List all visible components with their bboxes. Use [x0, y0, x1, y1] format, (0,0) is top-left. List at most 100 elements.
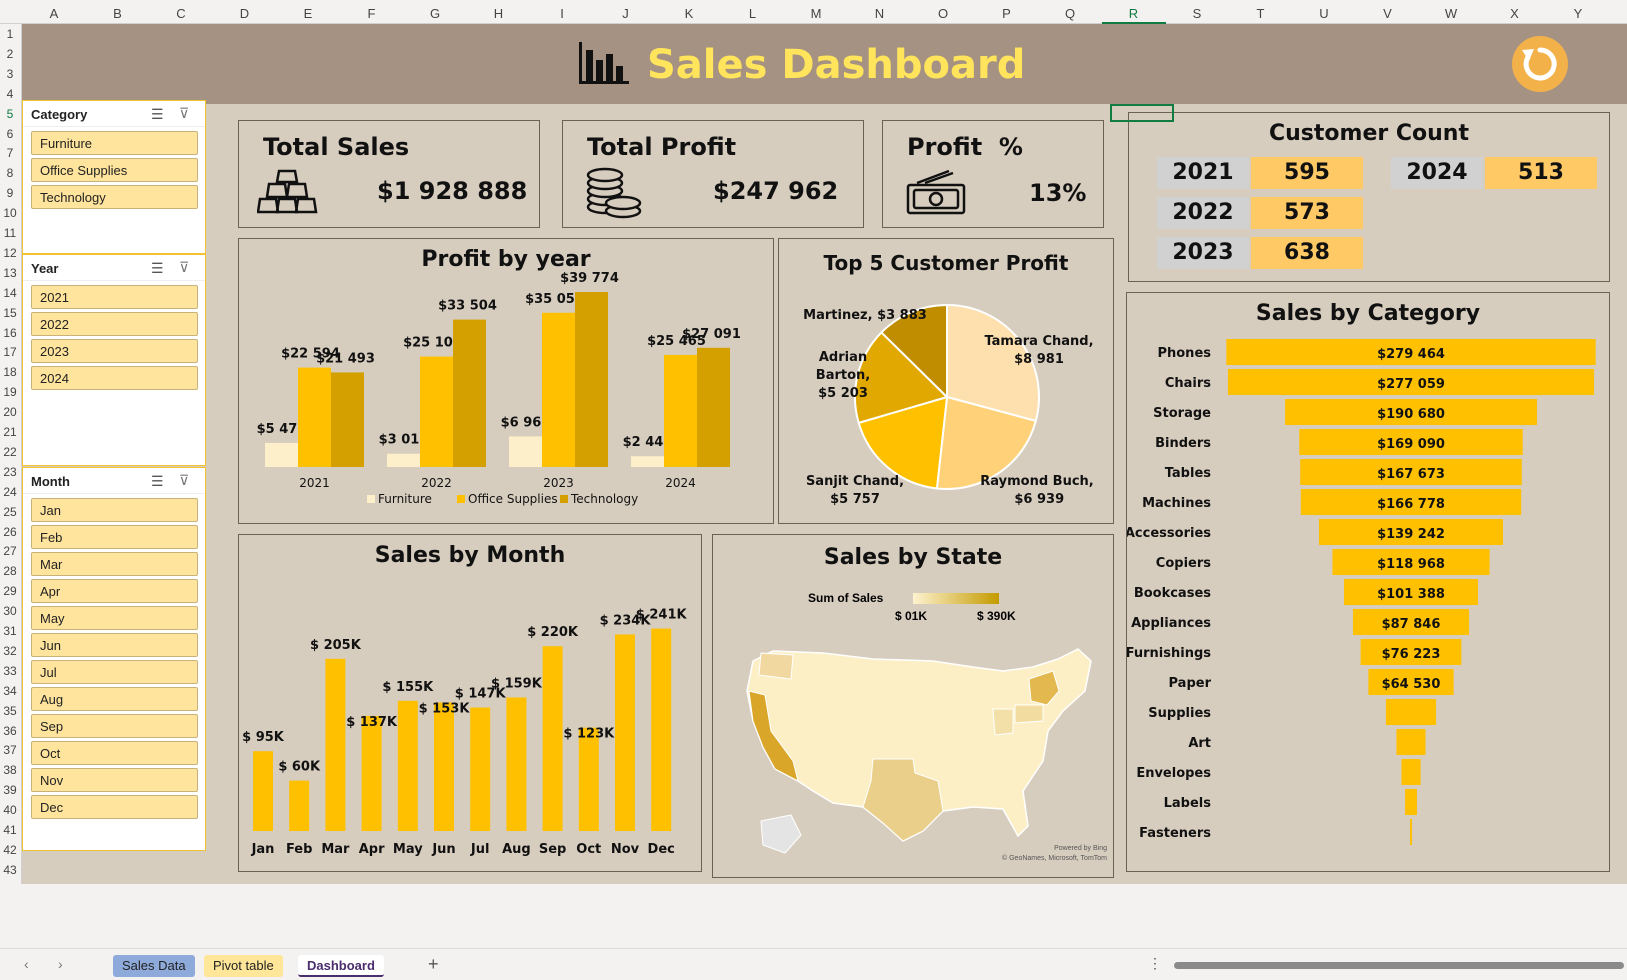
column-header[interactable]: H: [467, 6, 531, 21]
clear-filter-icon[interactable]: ⊽: [179, 472, 189, 489]
column-header[interactable]: D: [213, 6, 277, 21]
row-header[interactable]: 15: [0, 306, 20, 320]
row-header[interactable]: 43: [0, 863, 20, 877]
column-header[interactable]: Q: [1038, 6, 1102, 21]
row-header[interactable]: 5: [0, 107, 20, 121]
slicer-item-2024[interactable]: 2024: [31, 366, 198, 390]
row-header[interactable]: 13: [0, 266, 20, 280]
row-header[interactable]: 20: [0, 405, 20, 419]
slicer-item-apr[interactable]: Apr: [31, 579, 198, 603]
slicer-item-2023[interactable]: 2023: [31, 339, 198, 363]
row-header[interactable]: 33: [0, 664, 20, 678]
row-header[interactable]: 11: [0, 226, 20, 240]
row-header[interactable]: 24: [0, 485, 20, 499]
slicer-item-oct[interactable]: Oct: [31, 741, 198, 765]
row-header[interactable]: 22: [0, 445, 20, 459]
column-header[interactable]: G: [403, 6, 467, 21]
column-header[interactable]: T: [1229, 6, 1293, 21]
row-header[interactable]: 35: [0, 704, 20, 718]
row-header[interactable]: 27: [0, 544, 20, 558]
row-header[interactable]: 10: [0, 206, 20, 220]
plus-icon[interactable]: +: [428, 954, 439, 975]
slicer-item-mar[interactable]: Mar: [31, 552, 198, 576]
slicer-item-2021[interactable]: 2021: [31, 285, 198, 309]
column-header[interactable]: U: [1292, 6, 1356, 21]
row-header[interactable]: 42: [0, 843, 20, 857]
tab-dashboard[interactable]: Dashboard: [298, 955, 384, 977]
row-header[interactable]: 6: [0, 127, 20, 141]
column-header[interactable]: L: [721, 6, 785, 21]
column-header[interactable]: J: [594, 6, 658, 21]
column-header[interactable]: A: [22, 6, 86, 21]
row-header[interactable]: 9: [0, 186, 20, 200]
column-header[interactable]: B: [86, 6, 150, 21]
column-header[interactable]: I: [530, 6, 594, 21]
row-header[interactable]: 31: [0, 624, 20, 638]
slicer-item-jun[interactable]: Jun: [31, 633, 198, 657]
column-header[interactable]: E: [276, 6, 340, 21]
column-header[interactable]: M: [784, 6, 848, 21]
multi-select-icon[interactable]: ☰: [151, 106, 164, 123]
row-header[interactable]: 1: [0, 27, 20, 41]
slicer-item-aug[interactable]: Aug: [31, 687, 198, 711]
row-header[interactable]: 29: [0, 584, 20, 598]
row-header[interactable]: 3: [0, 67, 20, 81]
row-header[interactable]: 21: [0, 425, 20, 439]
slicer-item-nov[interactable]: Nov: [31, 768, 198, 792]
column-header[interactable]: V: [1356, 6, 1420, 21]
column-header[interactable]: R: [1101, 6, 1166, 24]
row-header[interactable]: 39: [0, 783, 20, 797]
row-header[interactable]: 32: [0, 644, 20, 658]
slicer-item-technology[interactable]: Technology: [31, 185, 198, 209]
multi-select-icon[interactable]: ☰: [151, 260, 164, 277]
row-header[interactable]: 23: [0, 465, 20, 479]
slicer-item-furniture[interactable]: Furniture: [31, 131, 198, 155]
row-header[interactable]: 34: [0, 684, 20, 698]
horizontal-scrollbar[interactable]: [1174, 962, 1624, 969]
row-header[interactable]: 37: [0, 743, 20, 757]
slicer-item-2022[interactable]: 2022: [31, 312, 198, 336]
chevron-right-icon[interactable]: ›: [58, 956, 63, 972]
column-header[interactable]: S: [1165, 6, 1229, 21]
row-header[interactable]: 14: [0, 286, 20, 300]
column-header[interactable]: F: [340, 6, 404, 21]
row-header[interactable]: 12: [0, 246, 20, 260]
slicer-item-office-supplies[interactable]: Office Supplies: [31, 158, 198, 182]
row-header[interactable]: 28: [0, 564, 20, 578]
slicer-item-jul[interactable]: Jul: [31, 660, 198, 684]
column-header[interactable]: O: [911, 6, 975, 21]
slicer-item-jan[interactable]: Jan: [31, 498, 198, 522]
row-header[interactable]: 4: [0, 87, 20, 101]
row-header[interactable]: 25: [0, 505, 20, 519]
tab-sales-data[interactable]: Sales Data: [113, 955, 195, 977]
row-header[interactable]: 7: [0, 146, 20, 160]
row-header[interactable]: 26: [0, 525, 20, 539]
slicer-item-may[interactable]: May: [31, 606, 198, 630]
slicer-item-feb[interactable]: Feb: [31, 525, 198, 549]
more-icon[interactable]: ⋮: [1148, 955, 1162, 972]
selected-cell[interactable]: [1110, 104, 1174, 122]
multi-select-icon[interactable]: ☰: [151, 473, 164, 490]
row-header[interactable]: 19: [0, 385, 20, 399]
slicer-item-dec[interactable]: Dec: [31, 795, 198, 819]
row-header[interactable]: 16: [0, 326, 20, 340]
row-header[interactable]: 18: [0, 365, 20, 379]
column-header[interactable]: P: [975, 6, 1039, 21]
tab-pivot-table[interactable]: Pivot table: [204, 955, 283, 977]
row-header[interactable]: 38: [0, 763, 20, 777]
slicer-item-sep[interactable]: Sep: [31, 714, 198, 738]
row-header[interactable]: 2: [0, 47, 20, 61]
column-header[interactable]: W: [1419, 6, 1483, 21]
row-header[interactable]: 8: [0, 166, 20, 180]
row-header[interactable]: 41: [0, 823, 20, 837]
column-header[interactable]: N: [848, 6, 912, 21]
column-header[interactable]: Y: [1546, 6, 1610, 21]
row-header[interactable]: 36: [0, 724, 20, 738]
row-header[interactable]: 17: [0, 345, 20, 359]
refresh-button[interactable]: [1512, 36, 1568, 92]
column-header[interactable]: C: [149, 6, 213, 21]
clear-filter-icon[interactable]: ⊽: [179, 259, 189, 276]
row-header[interactable]: 40: [0, 803, 20, 817]
clear-filter-icon[interactable]: ⊽: [179, 105, 189, 122]
column-header[interactable]: X: [1483, 6, 1547, 21]
